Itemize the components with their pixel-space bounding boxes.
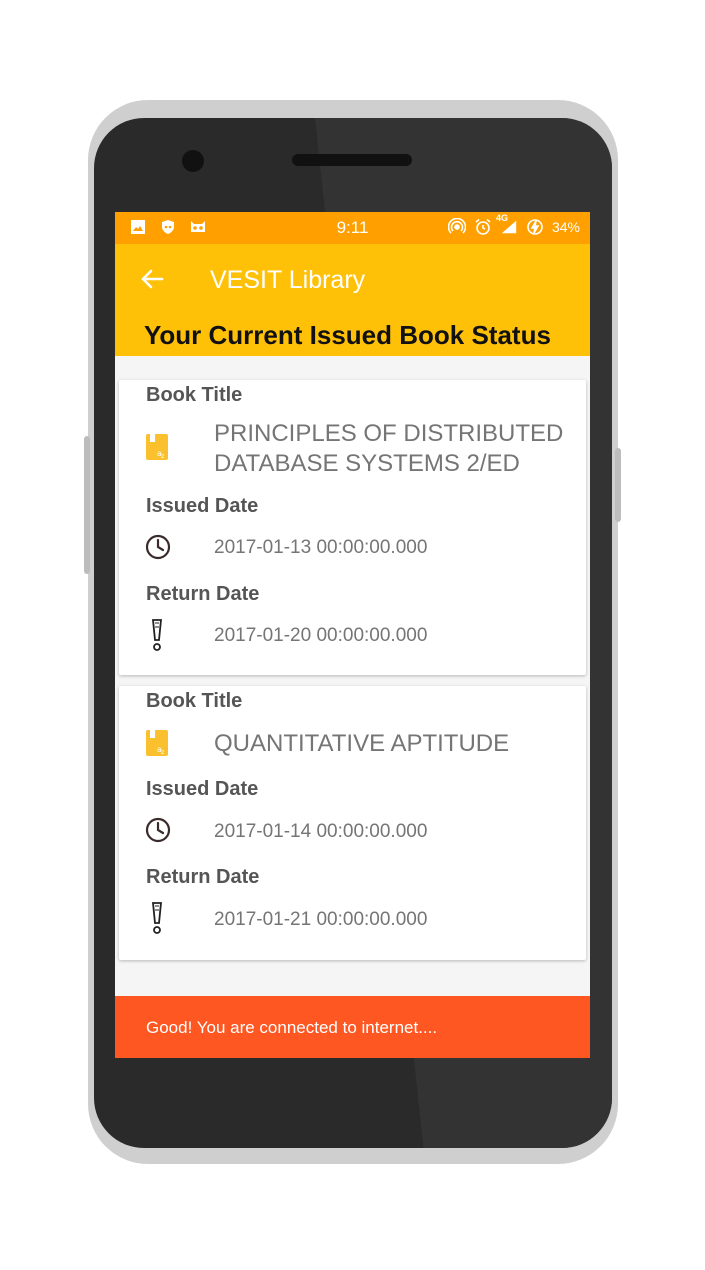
alarm-icon <box>474 218 492 236</box>
return-date-label: Return Date <box>146 583 260 605</box>
volume-button <box>84 436 90 574</box>
hotspot-icon <box>447 218 466 236</box>
issued-date-label: Issued Date <box>146 495 259 517</box>
clock-icon <box>144 533 171 561</box>
back-arrow-icon[interactable] <box>137 264 167 294</box>
issued-date-value: 2017-01-13 00:00:00.000 <box>214 537 428 558</box>
snackbar-message: Good! You are connected to internet.... <box>146 1018 438 1037</box>
battery-charging-icon <box>526 218 544 236</box>
page-title: Your Current Issued Book Status <box>144 320 551 350</box>
book-title-value: QUANTITATIVE APTITUDE <box>214 730 510 757</box>
app-title: VESIT Library <box>210 266 366 294</box>
issued-date-value: 2017-01-14 00:00:00.000 <box>214 821 428 842</box>
book-title-label: Book Title <box>146 384 243 406</box>
power-button <box>615 448 621 522</box>
book-card[interactable]: Book Title az QUANTITATIVE APTITUDE Issu… <box>119 686 586 960</box>
return-date-value: 2017-01-21 00:00:00.000 <box>214 909 428 930</box>
return-date-label: Return Date <box>146 866 260 888</box>
connectivity-snackbar: Good! You are connected to internet.... <box>115 996 590 1058</box>
svg-text:z: z <box>161 749 164 756</box>
exclamation-icon <box>144 618 170 651</box>
return-date-value: 2017-01-20 00:00:00.000 <box>214 625 428 646</box>
app-bar: VESIT Library Your Current Issued Book S… <box>115 244 590 356</box>
network-type-label: 4G <box>495 213 508 223</box>
svg-text:z: z <box>161 453 164 460</box>
book-title-label: Book Title <box>146 690 243 712</box>
exclamation-icon <box>144 901 170 934</box>
earpiece-speaker <box>292 154 412 166</box>
front-camera <box>182 150 204 172</box>
book-card[interactable]: Book Title az PRINCIPLES OF DISTRIBUTED … <box>119 380 586 675</box>
status-bar: 9:11 4G 34% <box>115 212 590 244</box>
battery-percentage: 34% <box>551 219 580 235</box>
book-icon: az <box>144 728 170 756</box>
book-title-value: PRINCIPLES OF DISTRIBUTED DATABASE SYSTE… <box>214 420 564 477</box>
issued-date-label: Issued Date <box>146 778 259 800</box>
app-screen: 9:11 4G 34% VESIT Library Your Current I… <box>115 212 590 1058</box>
book-icon: az <box>144 432 170 460</box>
clock-icon <box>144 816 171 844</box>
signal-icon: 4G <box>496 213 518 236</box>
